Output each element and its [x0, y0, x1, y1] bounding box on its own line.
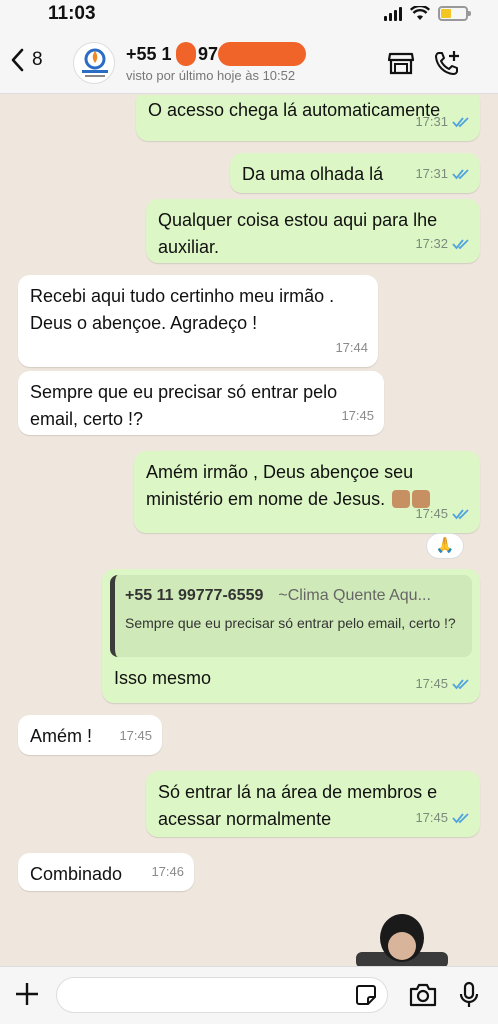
- redaction-mark: [218, 42, 306, 66]
- message-time: 17:44: [335, 340, 368, 355]
- message-bubble-outgoing[interactable]: Amém irmão , Deus abençoe seu ministério…: [134, 451, 480, 533]
- read-ticks-icon: [452, 812, 469, 823]
- battery-icon: [438, 6, 471, 21]
- message-meta: 17:46: [151, 858, 184, 885]
- avatar[interactable]: [73, 42, 115, 84]
- contact-name[interactable]: +55 1: [126, 44, 172, 65]
- plus-icon[interactable]: [14, 981, 40, 1007]
- message-text: Qualquer coisa estou aqui para lhe auxil…: [158, 210, 438, 257]
- message-time: 17:45: [415, 810, 448, 825]
- message-bubble-incoming[interactable]: Combinado 17:46: [18, 853, 194, 891]
- read-ticks-icon: [452, 678, 469, 689]
- message-time: 17:32: [415, 236, 448, 251]
- message-text: Da uma olhada lá: [242, 164, 384, 184]
- message-text: O acesso chega lá automaticamente: [148, 100, 441, 120]
- store-icon[interactable]: [386, 48, 416, 78]
- camera-icon[interactable]: [408, 981, 438, 1009]
- message-bubble-outgoing[interactable]: O acesso chega lá automaticamente 17:31: [136, 95, 480, 141]
- signal-icon: [384, 6, 402, 21]
- quote-text: Sempre que eu precisar só entrar pelo em…: [125, 615, 456, 631]
- message-text: Isso mesmo: [114, 668, 212, 688]
- message-bubble-outgoing[interactable]: +55 11 99777-6559 ~Clima Quente Aqu... S…: [102, 569, 480, 703]
- message-meta: 17:32: [415, 230, 470, 257]
- message-meta: 17:45: [119, 722, 152, 749]
- message-time: 17:31: [415, 166, 448, 181]
- back-button[interactable]: 8: [10, 48, 43, 72]
- chevron-left-icon: [11, 48, 24, 72]
- message-meta: 17:45: [415, 500, 470, 527]
- message-text: Recebi aqui tudo certinho meu irmão . De…: [30, 286, 335, 333]
- wifi-icon: [410, 6, 430, 20]
- message-time: 17:45: [415, 676, 448, 691]
- message-meta: 17:45: [415, 804, 470, 831]
- person-overlay-image: [346, 912, 458, 968]
- message-time: 17:46: [151, 864, 184, 879]
- add-call-icon[interactable]: [432, 48, 462, 78]
- message-text: Combinado: [30, 864, 123, 884]
- logo-icon: [82, 48, 108, 77]
- read-ticks-icon: [452, 168, 469, 179]
- quoted-message[interactable]: +55 11 99777-6559 ~Clima Quente Aqu... S…: [110, 575, 472, 657]
- message-time: 17:45: [415, 506, 448, 521]
- composer-bar: [0, 966, 498, 1024]
- chat-header: 8 +55 1 97 visto por último hoje às 10:5…: [0, 30, 498, 94]
- unread-count: 8: [32, 49, 43, 70]
- message-bubble-outgoing[interactable]: Só entrar lá na área de membros e acessa…: [146, 771, 480, 837]
- message-meta: 17:31: [415, 108, 470, 135]
- read-ticks-icon: [452, 116, 469, 127]
- contact-name-tail: 97: [198, 44, 219, 64]
- praying-hands-emoji-icon: [392, 490, 411, 508]
- message-time: 17:45: [341, 408, 374, 423]
- message-text: Amém irmão , Deus abençoe seu ministério…: [146, 462, 414, 509]
- status-bar: 11:03: [0, 0, 498, 30]
- message-bubble-incoming[interactable]: Sempre que eu precisar só entrar pelo em…: [18, 371, 384, 435]
- message-bubble-outgoing[interactable]: Da uma olhada lá 17:31: [230, 153, 480, 193]
- message-meta: 17:31: [415, 160, 470, 187]
- read-ticks-icon: [452, 508, 469, 519]
- message-bubble-outgoing[interactable]: Qualquer coisa estou aqui para lhe auxil…: [146, 199, 480, 263]
- message-bubble-incoming[interactable]: Amém ! 17:45: [18, 715, 162, 755]
- microphone-icon[interactable]: [454, 981, 484, 1009]
- read-ticks-icon: [452, 238, 469, 249]
- message-meta: 17:45: [415, 670, 470, 697]
- quote-org: ~Clima Quente Aqu...: [278, 587, 431, 604]
- redaction-mark: [176, 42, 196, 66]
- status-icons: [384, 6, 471, 21]
- message-text: Só entrar lá na área de membros e acessa…: [158, 782, 438, 829]
- status-time: 11:03: [48, 3, 96, 24]
- message-bubble-incoming[interactable]: Recebi aqui tudo certinho meu irmão . De…: [18, 275, 378, 367]
- chat-area[interactable]: O acesso chega lá automaticamente 17:31 …: [0, 95, 498, 966]
- message-time: 17:45: [119, 728, 152, 743]
- message-time: 17:31: [415, 114, 448, 129]
- sticker-icon[interactable]: [355, 984, 377, 1006]
- message-reaction[interactable]: 🙏: [426, 533, 464, 559]
- message-input[interactable]: [56, 977, 388, 1013]
- message-meta: 17:45: [341, 402, 374, 429]
- last-seen: visto por último hoje às 10:52: [126, 68, 296, 83]
- message-text: Sempre que eu precisar só entrar pelo em…: [30, 382, 338, 429]
- quote-phone: +55 11 99777-6559: [125, 587, 264, 604]
- message-text: Amém !: [30, 726, 93, 746]
- message-meta: 17:44: [335, 334, 368, 361]
